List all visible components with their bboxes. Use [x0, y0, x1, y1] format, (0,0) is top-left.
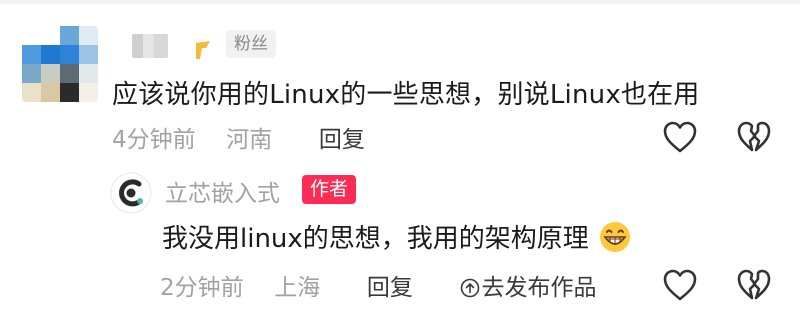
reply-like-heart-icon[interactable]	[662, 268, 698, 302]
comment-time: 4分钟前	[112, 127, 196, 153]
avatar[interactable]	[22, 26, 98, 102]
go-post-button[interactable]: 去发布作品	[460, 268, 597, 302]
fan-badge: 粉丝	[226, 30, 276, 58]
reply-time: 2分钟前	[160, 275, 244, 301]
comment-text: 应该说你用的Linux的一些思想，别说Linux也在用	[112, 80, 700, 110]
upload-arrow-icon	[460, 278, 479, 298]
grin-emoji-icon	[600, 222, 631, 252]
comment-location: 河南	[226, 127, 273, 153]
like-heart-icon[interactable]	[662, 120, 698, 154]
reply-reply-button[interactable]: 回复	[367, 268, 413, 302]
reply-button[interactable]: 回复	[319, 120, 365, 154]
reply-location: 上海	[274, 275, 321, 301]
author-logo-avatar[interactable]	[110, 172, 152, 214]
reply-text: 我没用linux的思想，我用的架构原理	[162, 218, 631, 255]
author-tag: 作者	[302, 175, 357, 204]
level-badge-icon	[196, 41, 210, 59]
go-post-label: 去发布作品	[481, 275, 597, 301]
comment-meta: 4分钟前 河南 回复	[112, 120, 365, 154]
top-divider	[0, 0, 800, 4]
author-name[interactable]: 立芯嵌入式	[165, 174, 280, 208]
reply-meta: 2分钟前 上海 回复 去发布作品	[160, 268, 597, 302]
reply-dislike-broken-heart-icon[interactable]	[736, 268, 772, 302]
username-blurred[interactable]	[132, 34, 168, 58]
reply-text-content: 我没用linux的思想，我用的架构原理	[162, 224, 589, 254]
dislike-broken-heart-icon[interactable]	[736, 120, 772, 154]
